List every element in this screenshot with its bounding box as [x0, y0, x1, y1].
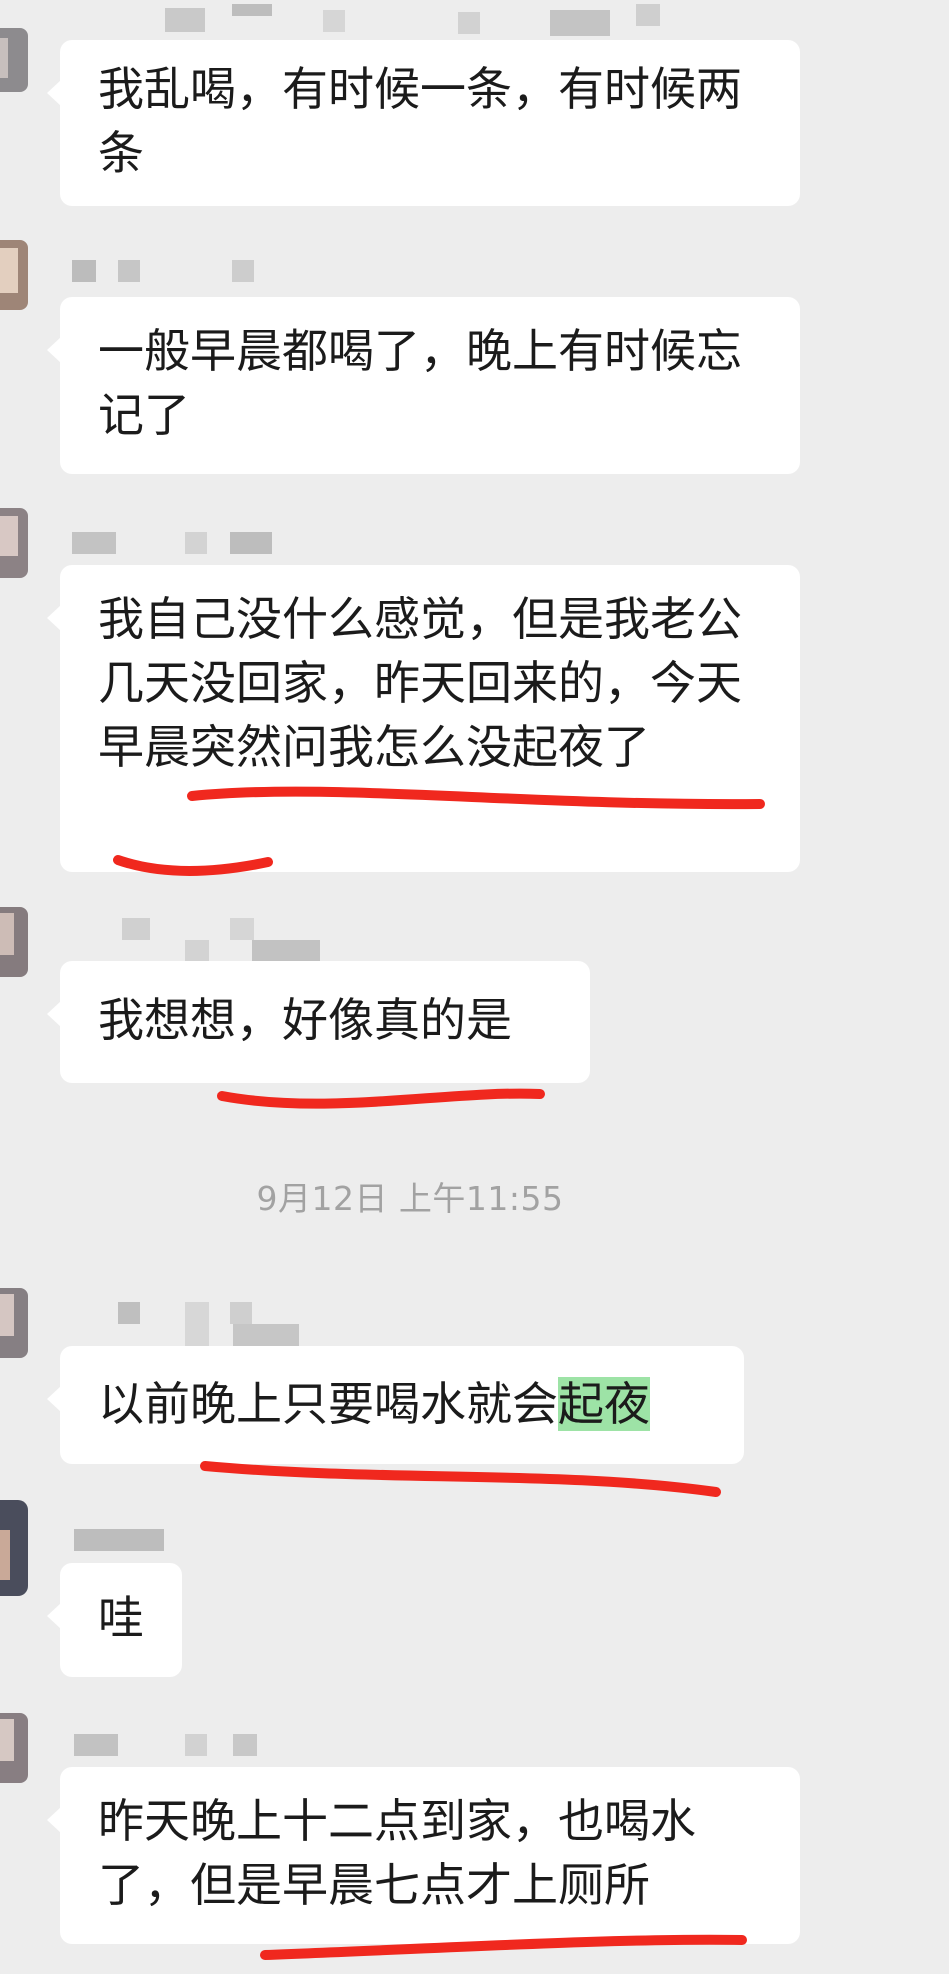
- avatar[interactable]: [0, 28, 28, 92]
- message-bubble[interactable]: 哇: [47, 1563, 182, 1677]
- message-bubble[interactable]: 以前晚上只要喝水就会起夜: [47, 1346, 744, 1464]
- sender-name: [70, 1529, 190, 1551]
- message-bubble[interactable]: 我自己没什么感觉，但是我老公几天没回家，昨天回来的，今天早晨突然问我怎么没起夜了: [47, 565, 800, 872]
- red-underline: [217, 1088, 545, 1109]
- message-bubble[interactable]: 我想想，好像真的是: [47, 961, 590, 1083]
- message-text: 一般早晨都喝了，晚上有时候忘记了: [98, 324, 742, 442]
- sender-name: [70, 532, 290, 554]
- avatar[interactable]: [0, 508, 28, 578]
- message-text-plain: 以前晚上只要喝水就会: [98, 1377, 558, 1431]
- sender-name: [70, 260, 270, 282]
- message-text: 我自己没什么感觉，但是我老公几天没回家，昨天回来的，今天早晨突然问我怎么没起夜了: [98, 592, 742, 774]
- message-text: 我想想，好像真的是: [98, 993, 512, 1047]
- message-text: 我乱喝，有时候一条，有时候两条: [98, 62, 742, 180]
- message-bubble[interactable]: 我乱喝，有时候一条，有时候两条: [47, 40, 800, 206]
- avatar[interactable]: [0, 907, 28, 977]
- timestamp: 9月12日 上午11:55: [256, 1179, 564, 1218]
- blurred-header: [0, 0, 949, 40]
- red-underline: [200, 1461, 721, 1497]
- message-text: 以前晚上只要喝水就会起夜: [98, 1372, 706, 1436]
- highlighted-text: 起夜: [558, 1377, 650, 1431]
- message-bubble[interactable]: 一般早晨都喝了，晚上有时候忘记了: [47, 297, 800, 474]
- message-text: 昨天晚上十二点到家，也喝水了，但是早晨七点才上厕所: [98, 1794, 696, 1912]
- avatar[interactable]: [0, 1500, 28, 1596]
- message-bubble[interactable]: 昨天晚上十二点到家，也喝水了，但是早晨七点才上厕所: [47, 1767, 800, 1944]
- sender-name: [70, 918, 320, 962]
- avatar[interactable]: [0, 240, 28, 310]
- message-text: 哇: [98, 1591, 144, 1645]
- sender-name: [70, 1734, 290, 1756]
- avatar[interactable]: [0, 1288, 28, 1358]
- sender-name: [70, 1302, 310, 1346]
- avatar[interactable]: [0, 1713, 28, 1783]
